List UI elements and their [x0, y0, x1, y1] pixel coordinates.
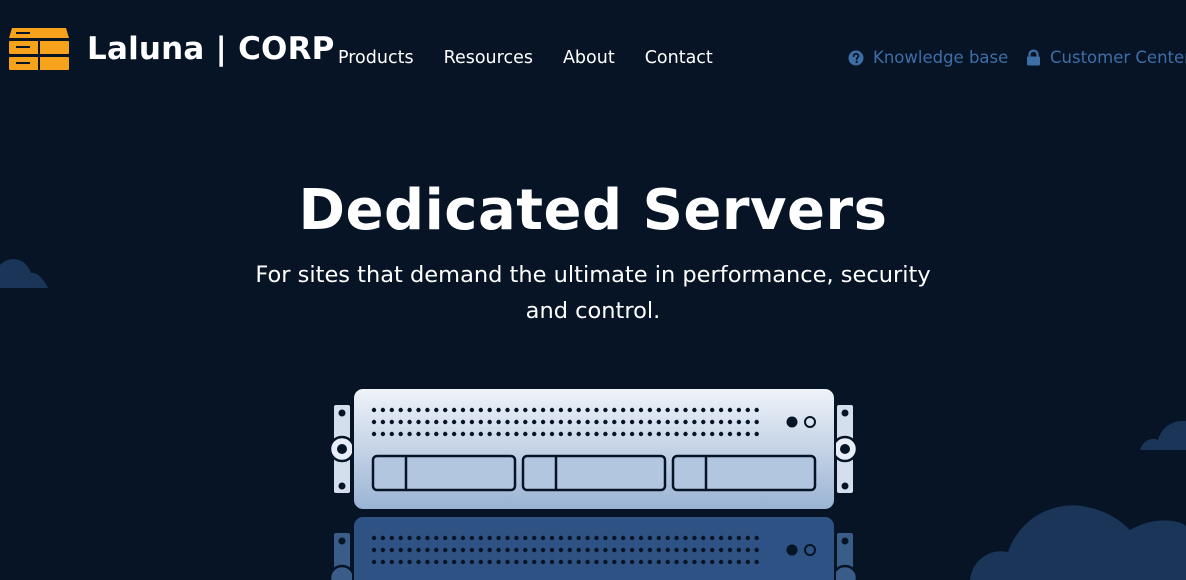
- hero-illustration: [0, 259, 1186, 580]
- cloud-left: [0, 259, 48, 288]
- server-unit-bottom: [328, 515, 859, 580]
- cloud-right-large: [970, 505, 1186, 580]
- cloud-right-small: [1140, 420, 1186, 450]
- server-unit-top: [328, 387, 859, 511]
